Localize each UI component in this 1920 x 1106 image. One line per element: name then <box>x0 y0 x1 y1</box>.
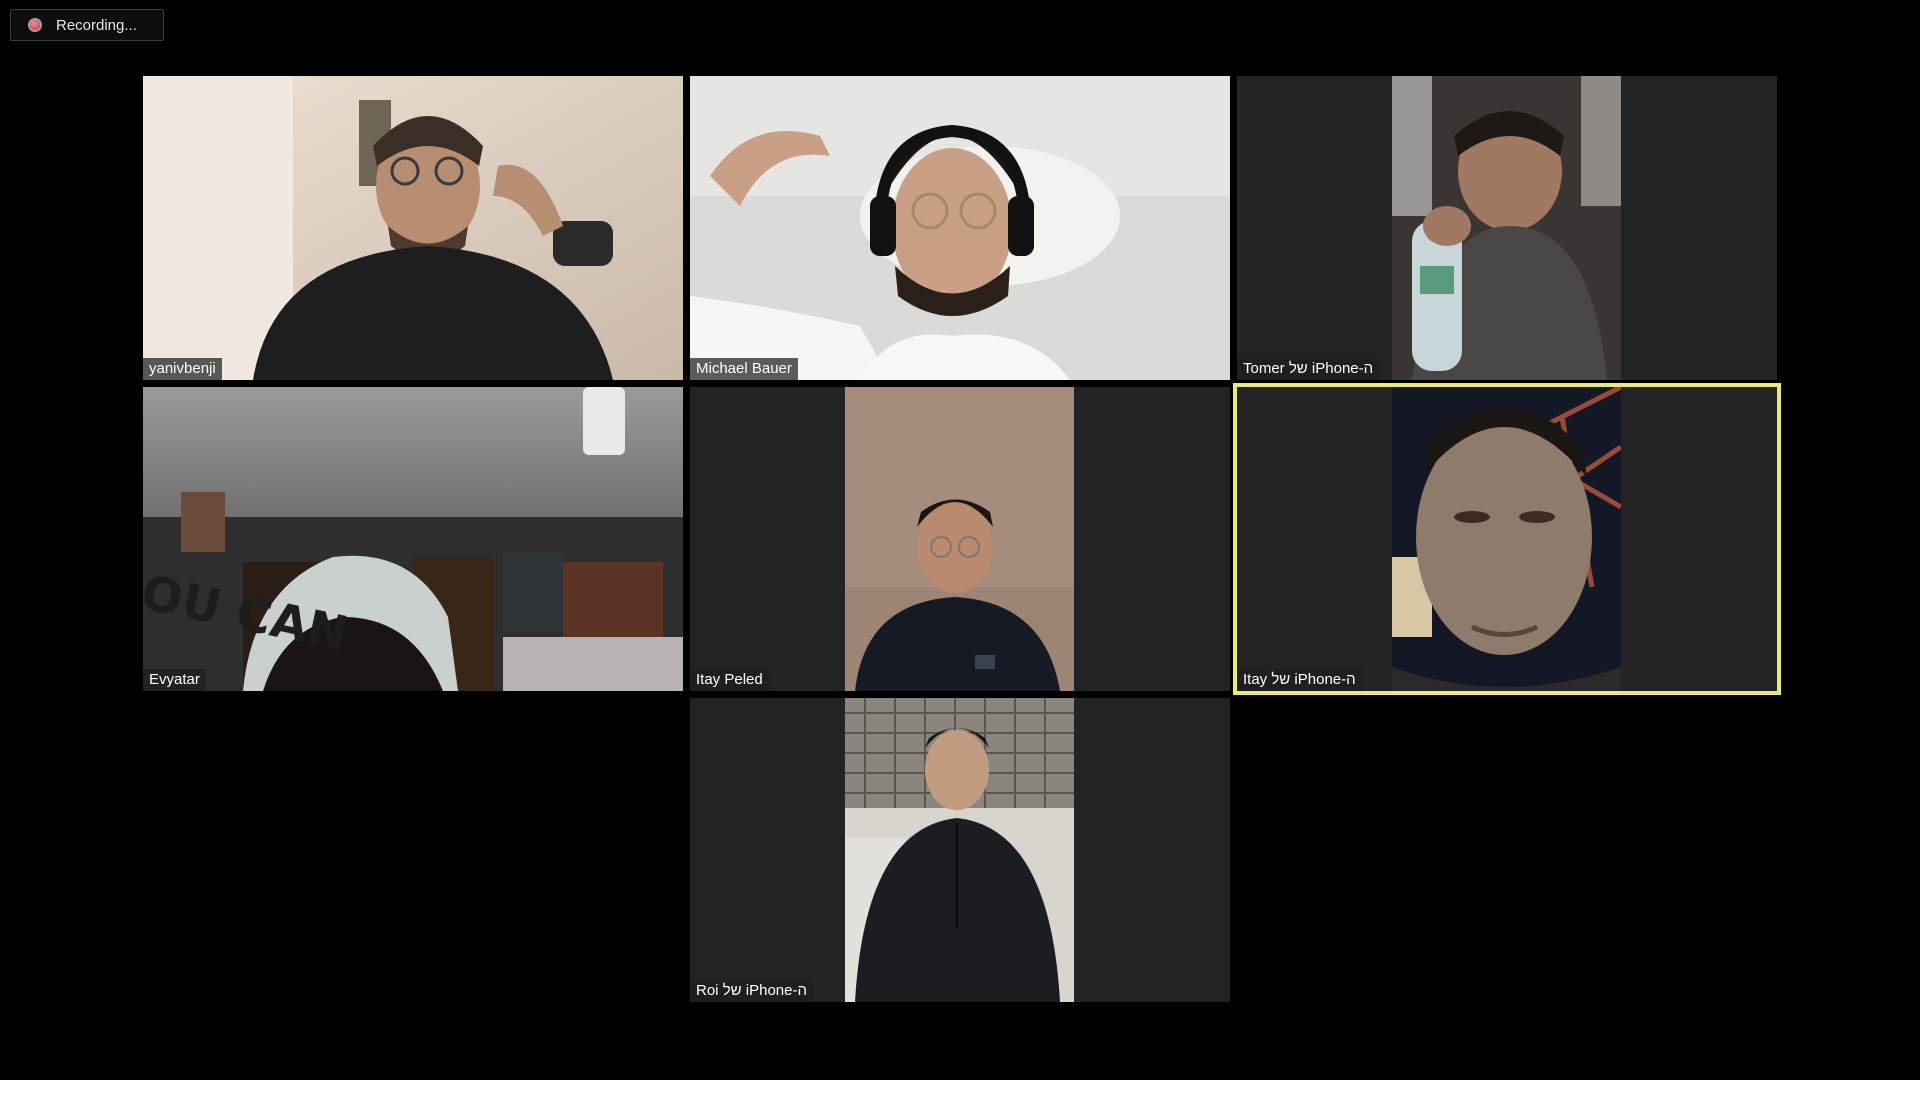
participant-video <box>845 698 1074 1002</box>
participant-name: Michael Bauer <box>690 358 798 380</box>
recording-indicator[interactable]: Recording... <box>10 9 164 41</box>
recording-label: Recording... <box>56 16 137 34</box>
participant-tile-itay-iphone[interactable]: Itay של iPhone-ה <box>1233 383 1781 695</box>
participant-tile-evyatar[interactable]: OU CAN Evyatar <box>143 387 683 691</box>
participant-video <box>1392 76 1621 380</box>
participant-name: Itay Peled <box>690 669 769 691</box>
participant-video <box>143 76 683 380</box>
participant-video <box>845 387 1074 691</box>
bottom-strip <box>0 1080 1920 1106</box>
meeting-gallery-view: Recording... yanivbenji Michael Bauer To… <box>0 0 1920 1080</box>
participant-tile-roi-iphone[interactable]: Roi של iPhone-ה <box>690 698 1230 1002</box>
participant-video <box>690 76 1230 380</box>
participant-tile-yanivbenji[interactable]: yanivbenji <box>143 76 683 380</box>
participant-tile-itay-peled[interactable]: Itay Peled <box>690 387 1230 691</box>
participant-name: Tomer של iPhone-ה <box>1237 358 1380 380</box>
participant-video <box>1392 387 1621 691</box>
participant-name: Itay של iPhone-ה <box>1237 669 1362 691</box>
participant-video: OU CAN <box>143 387 683 691</box>
record-dot-icon <box>28 18 42 32</box>
participant-name: Roi של iPhone-ה <box>690 980 813 1002</box>
participant-tile-michael-bauer[interactable]: Michael Bauer <box>690 76 1230 380</box>
participant-name: yanivbenji <box>143 358 222 380</box>
participant-tile-tomer-iphone[interactable]: Tomer של iPhone-ה <box>1237 76 1777 380</box>
participant-name: Evyatar <box>143 669 206 691</box>
